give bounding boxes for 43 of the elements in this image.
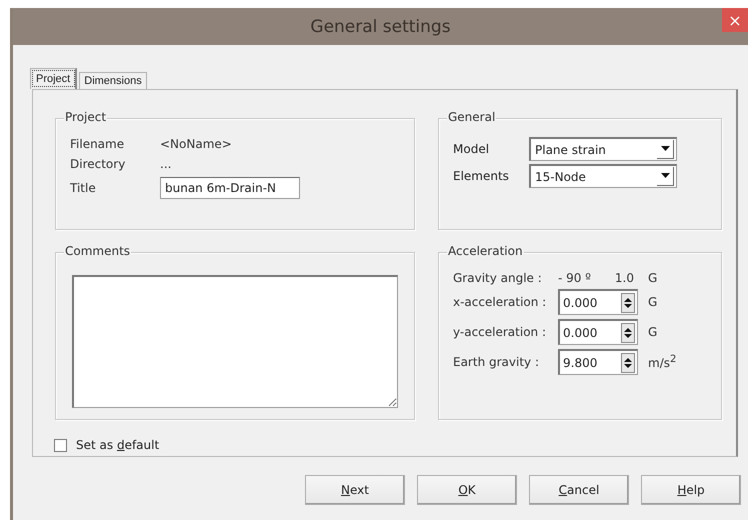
group-legend: Project: [64, 110, 108, 124]
comments-field[interactable]: [72, 275, 398, 408]
spinner-icon[interactable]: [621, 352, 635, 372]
group-legend: General: [447, 110, 496, 124]
dropdown[interactable]: Plane strain: [529, 137, 677, 161]
field-label: Elements: [453, 169, 510, 183]
spin-field[interactable]: 9.800: [558, 349, 638, 375]
spin-field[interactable]: 0.000: [558, 289, 638, 315]
group-legend: Comments: [64, 244, 132, 258]
field-label: Filename: [70, 137, 126, 151]
window-title: General settings: [310, 16, 451, 36]
spin-field[interactable]: 0.000: [558, 319, 638, 345]
field-value: 1.0: [614, 271, 634, 285]
close-button[interactable]: ×: [722, 8, 748, 32]
field-label: Title: [70, 181, 97, 195]
unit-label: m/s$^{2}$: [648, 354, 678, 370]
dialog-button[interactable]: Help: [641, 475, 741, 505]
tab[interactable]: Dimensions: [79, 72, 147, 89]
field-value: ...: [160, 157, 172, 171]
field-label: Gravity angle :: [453, 271, 543, 285]
tab[interactable]: Project: [30, 68, 78, 89]
checkbox-label: Set as default: [76, 438, 160, 452]
unit-label: G: [648, 271, 658, 285]
dialog-button[interactable]: OK: [417, 475, 517, 505]
field-value: <NoName>: [160, 137, 233, 151]
dropdown-arrow-icon: [657, 167, 674, 186]
field-label: Earth gravity :: [453, 355, 540, 369]
checkbox[interactable]: [54, 438, 67, 452]
dropdown-arrow-icon: [657, 140, 674, 159]
field-label: Model: [453, 142, 490, 156]
spinner-icon[interactable]: [621, 322, 635, 342]
dialog-button[interactable]: Cancel: [529, 475, 629, 505]
field-label: y-acceleration :: [453, 325, 547, 339]
field-label: Directory: [70, 157, 126, 171]
input-field[interactable]: bunan 6m-Drain-N: [160, 177, 300, 199]
dropdown[interactable]: 15-Node: [529, 164, 677, 188]
dialog-button[interactable]: Next: [305, 475, 405, 505]
unit-label: G: [648, 325, 658, 339]
unit-label: G: [648, 295, 658, 309]
field-label: x-acceleration :: [453, 295, 548, 309]
field-value: - 90 º: [558, 271, 591, 285]
group-legend: Acceleration: [447, 244, 524, 258]
spinner-icon[interactable]: [621, 292, 635, 312]
